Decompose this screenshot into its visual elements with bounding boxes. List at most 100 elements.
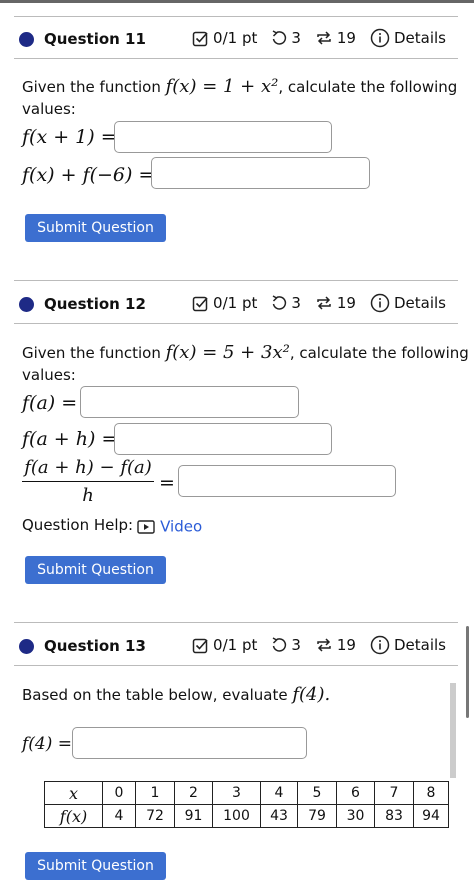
undo-icon xyxy=(272,295,287,310)
function-expression: f(x) = 1 + x² xyxy=(165,76,279,97)
prompt-text: Given the function xyxy=(22,344,161,362)
details-link[interactable]: Details xyxy=(394,636,446,654)
question-title: Question 13 xyxy=(44,637,146,655)
retry-icon xyxy=(317,296,331,310)
part-label: f(x + 1) = xyxy=(22,126,117,148)
table-cell: 72 xyxy=(135,804,175,828)
checkbox-score-icon xyxy=(192,31,208,46)
page-scrollbar[interactable] xyxy=(466,626,469,718)
submit-question-button[interactable]: Submit Question xyxy=(25,556,166,584)
fraction-denominator: h xyxy=(82,485,94,506)
table-cell: 43 xyxy=(260,804,298,828)
answer-input-1[interactable] xyxy=(114,121,332,153)
status-dot-icon xyxy=(19,297,34,312)
prompt-text: , calculate the following xyxy=(278,78,458,96)
retries-count: 19 xyxy=(336,29,356,47)
table-cell: 83 xyxy=(374,804,414,828)
question-prompt: Based on the table below, evaluate f(4). xyxy=(22,684,330,706)
video-play-icon xyxy=(137,519,155,534)
prompt-line-2: values: xyxy=(22,100,76,118)
answer-input-1[interactable] xyxy=(72,727,307,759)
table-cell: 91 xyxy=(174,804,213,828)
table-cell: 6 xyxy=(336,781,375,805)
question-title: Question 11 xyxy=(44,30,146,48)
row-header: f(x) xyxy=(44,804,103,828)
function-expression: f(x) = 5 + 3x² xyxy=(165,342,290,363)
retries-count: 19 xyxy=(336,294,356,312)
retry-icon xyxy=(317,31,331,45)
question-header: Question 11 0/1 pt 3 19 Details xyxy=(0,24,474,54)
table-cell: 8 xyxy=(413,781,449,805)
table-cell: 4 xyxy=(102,804,136,828)
table-cell: 1 xyxy=(135,781,175,805)
answer-input-2[interactable] xyxy=(151,157,370,189)
checkbox-score-icon xyxy=(192,638,208,653)
fraction-bar xyxy=(22,481,154,482)
retry-icon xyxy=(317,638,331,652)
difference-quotient: f(a + h) − f(a) h xyxy=(22,457,154,506)
equals-sign: = xyxy=(159,472,175,494)
status-dot-icon xyxy=(19,639,34,654)
checkbox-score-icon xyxy=(192,296,208,311)
undo-icon xyxy=(272,30,287,45)
table-cell: 4 xyxy=(260,781,298,805)
question-title: Question 12 xyxy=(44,295,146,313)
details-link[interactable]: Details xyxy=(394,29,446,47)
video-help-link[interactable]: Video xyxy=(137,516,202,536)
undo-icon xyxy=(272,637,287,652)
info-icon[interactable] xyxy=(370,28,390,48)
table-cell: 2 xyxy=(174,781,213,805)
divider xyxy=(14,665,458,666)
question-prompt: Given the function f(x) = 5 + 3x², calcu… xyxy=(22,342,469,364)
status-dot-icon xyxy=(19,32,34,47)
part-label: f(x) + f(−6) = xyxy=(22,164,155,186)
table-cell: 7 xyxy=(374,781,414,805)
video-link-text[interactable]: Video xyxy=(160,518,202,536)
info-icon[interactable] xyxy=(370,635,390,655)
table-row: x 0 1 2 3 4 5 6 7 8 xyxy=(44,781,449,805)
prompt-text: , calculate the following xyxy=(289,344,469,362)
question-header: Question 13 0/1 pt 3 19 Details xyxy=(0,631,474,661)
retries-count: 19 xyxy=(336,636,356,654)
table-cell: 3 xyxy=(212,781,261,805)
question-meta: 0/1 pt 3 19 Details xyxy=(192,635,446,655)
part-label: f(4) = xyxy=(22,734,73,754)
table-cell: 0 xyxy=(102,781,136,805)
function-expression: f(4). xyxy=(292,684,331,705)
submit-question-button[interactable]: Submit Question xyxy=(25,852,166,880)
points-text: 0/1 pt xyxy=(213,294,258,312)
tries-count: 3 xyxy=(291,29,301,47)
points-text: 0/1 pt xyxy=(213,29,258,47)
divider xyxy=(14,16,458,17)
tries-count: 3 xyxy=(291,294,301,312)
top-border xyxy=(0,0,474,3)
question-meta: 0/1 pt 3 19 Details xyxy=(192,28,446,48)
answer-input-2[interactable] xyxy=(114,423,332,455)
part-label: f(a + h) = xyxy=(22,428,118,450)
row-header: x xyxy=(44,781,103,805)
prompt-line-2: values: xyxy=(22,366,76,384)
divider xyxy=(14,280,458,281)
table-cell: 30 xyxy=(336,804,375,828)
question-meta: 0/1 pt 3 19 Details xyxy=(192,293,446,313)
table-row: f(x) 4 72 91 100 43 79 30 83 94 xyxy=(44,804,449,828)
divider xyxy=(14,58,458,59)
question-header: Question 12 0/1 pt 3 19 Details xyxy=(0,289,474,319)
points-text: 0/1 pt xyxy=(213,636,258,654)
submit-question-button[interactable]: Submit Question xyxy=(25,214,166,242)
function-table: x 0 1 2 3 4 5 6 7 8 f(x) 4 72 91 100 43 … xyxy=(44,781,449,828)
content-scrollbar[interactable] xyxy=(450,683,456,778)
details-link[interactable]: Details xyxy=(394,294,446,312)
info-icon[interactable] xyxy=(370,293,390,313)
answer-input-3[interactable] xyxy=(178,465,396,497)
fraction-numerator: f(a + h) − f(a) xyxy=(24,457,152,478)
prompt-text: Based on the table below, evaluate xyxy=(22,686,288,704)
divider xyxy=(14,323,458,324)
part-label: f(a) = xyxy=(22,392,78,414)
answer-input-1[interactable] xyxy=(80,386,299,418)
table-cell: 100 xyxy=(212,804,261,828)
question-prompt: Given the function f(x) = 1 + x², calcul… xyxy=(22,76,457,98)
divider xyxy=(14,622,458,623)
prompt-text: Given the function xyxy=(22,78,161,96)
table-cell: 5 xyxy=(297,781,337,805)
